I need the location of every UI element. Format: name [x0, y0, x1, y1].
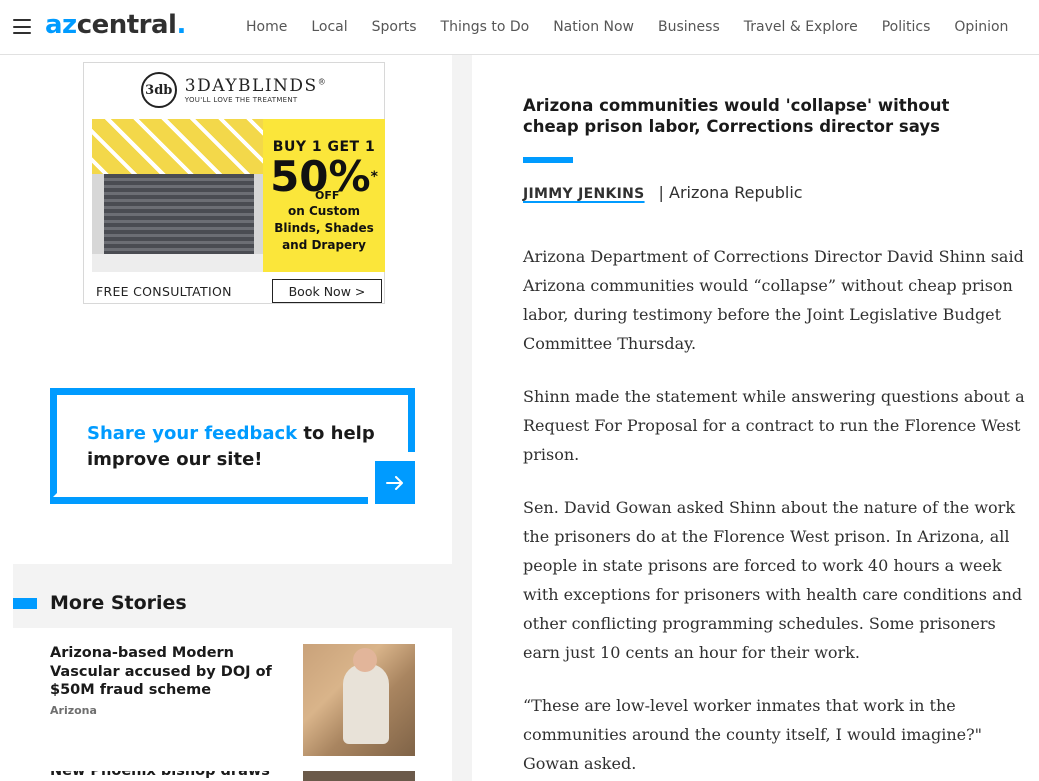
nav-item-nation-now[interactable]: Nation Now [553, 19, 634, 35]
author-link[interactable]: JIMMY JENKINS [523, 186, 645, 202]
ad-brand-row: 3db 3DAYBLINDS® YOU'LL LOVE THE TREATMEN… [84, 63, 384, 117]
main-nav: Home Local Sports Things to Do Nation No… [246, 19, 1032, 35]
nav-item-business[interactable]: Business [658, 19, 720, 35]
ad-free-consultation: FREE CONSULTATION [96, 284, 232, 299]
article: Arizona communities would 'collapse' wit… [523, 95, 1033, 781]
nav-item-sports[interactable]: Sports [372, 19, 417, 35]
more-stories-title: More Stories [50, 592, 187, 614]
ad-cta-row: FREE CONSULTATION Book Now > [84, 276, 384, 304]
ad-offer-detail: on Custom Blinds, Shades and Drapery [274, 204, 374, 252]
logo-dot: . [176, 10, 186, 40]
ad-offer-panel: BUY 1 GET 1 50%* OFF on Custom Blinds, Sh… [263, 119, 385, 272]
story-item[interactable]: Arizona-based Modern Vascular accused by… [50, 644, 415, 758]
feedback-text: Share your feedback to help improve our … [87, 421, 387, 473]
hamburger-menu-icon[interactable] [13, 19, 31, 34]
brand-logo-icon: 3db [140, 72, 177, 108]
ad-book-now-button[interactable]: Book Now > [272, 279, 382, 303]
byline: JIMMY JENKINS | Arizona Republic [523, 183, 1033, 202]
section-accent-bar [13, 597, 37, 609]
site-header: azcentral. Home Local Sports Things to D… [0, 0, 1039, 55]
column-gutter [452, 55, 472, 781]
ad-offer-percent: 50%* OFF [270, 152, 378, 202]
article-title: Arizona communities would 'collapse' wit… [523, 96, 950, 136]
story-thumbnail[interactable] [303, 771, 415, 781]
feedback-box: Share your feedback to help improve our … [50, 388, 415, 504]
more-stories-list: Arizona-based Modern Vascular accused by… [13, 628, 452, 781]
site-logo[interactable]: azcentral. [45, 10, 186, 40]
logo-central: central [76, 10, 177, 40]
nav-item-opinion[interactable]: Opinion [954, 19, 1008, 35]
advertisement-3dayblinds[interactable]: 3db 3DAYBLINDS® YOU'LL LOVE THE TREATMEN… [83, 62, 385, 304]
nav-item-home[interactable]: Home [246, 19, 287, 35]
nav-item-travel-explore[interactable]: Travel & Explore [744, 19, 858, 35]
ad-brand-name: 3DAYBLINDS® [184, 76, 328, 96]
feedback-arrow-button[interactable] [375, 461, 415, 504]
story-section-tag: Arizona [50, 704, 97, 717]
article-paragraph: “These are low-level worker inmates that… [523, 696, 983, 773]
ad-tagline: YOU'LL LOVE THE TREATMENT [184, 96, 298, 104]
article-body: Arizona Department of Corrections Direct… [523, 242, 1033, 778]
share-feedback-link[interactable]: Share your feedback [87, 423, 297, 444]
logo-az: az [45, 10, 77, 40]
nav-item-politics[interactable]: Politics [882, 19, 931, 35]
nav-item-local[interactable]: Local [311, 19, 347, 35]
arrow-right-icon [386, 475, 403, 490]
publication-name: | Arizona Republic [658, 183, 803, 202]
article-paragraph: Sen. David Gowan asked Shinn about the n… [523, 498, 1023, 662]
more-stories-heading: More Stories [13, 590, 187, 616]
ad-photo-blinds [92, 119, 263, 272]
article-paragraph: Shinn made the statement while answering… [523, 387, 1025, 464]
article-paragraph: Arizona Department of Corrections Direct… [523, 247, 1024, 353]
nav-item-things-to-do[interactable]: Things to Do [441, 19, 530, 35]
title-accent-bar [523, 157, 573, 163]
story-thumbnail[interactable] [303, 644, 415, 756]
ad-brand-text: 3DAYBLINDS® YOU'LL LOVE THE TREATMENT [185, 76, 327, 104]
story-headline[interactable]: Arizona-based Modern Vascular accused by… [50, 644, 280, 700]
story-item[interactable]: New Phoenix bishop draws [50, 771, 415, 781]
